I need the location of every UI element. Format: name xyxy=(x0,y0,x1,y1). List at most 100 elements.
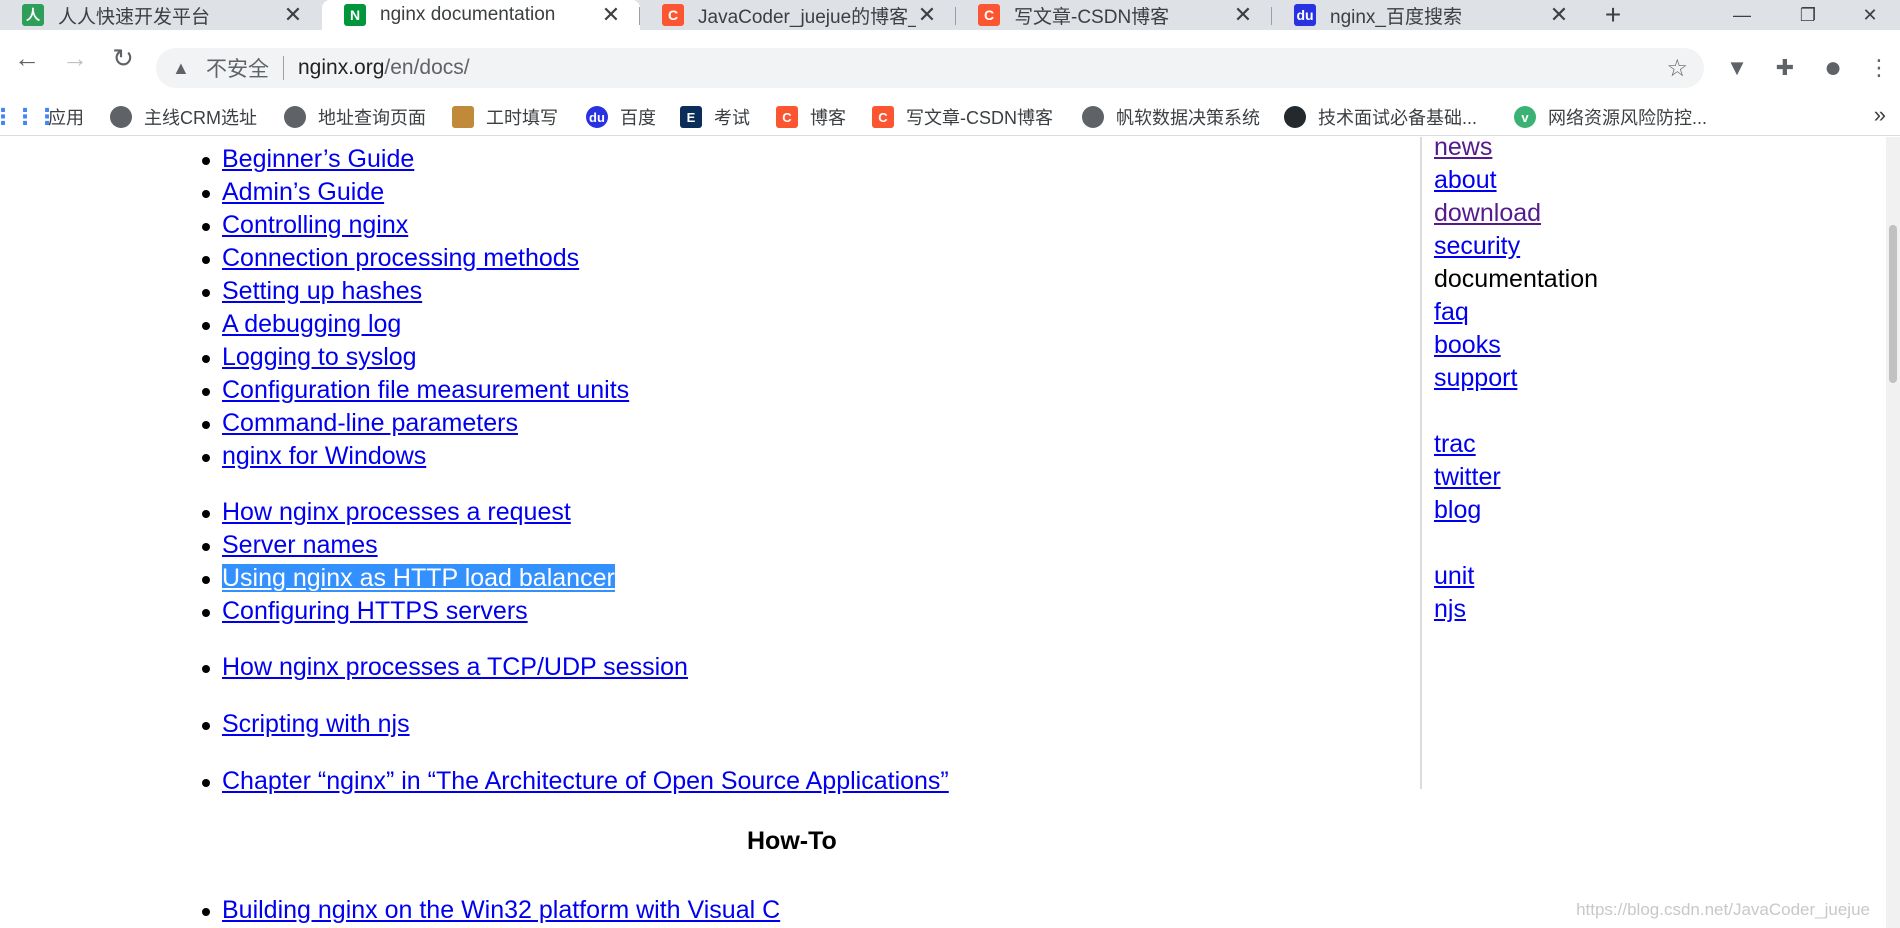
sidenav-link[interactable]: twitter xyxy=(1434,463,1501,491)
sidenav-item: documentation xyxy=(1434,263,1598,296)
omnibox-divider xyxy=(283,56,284,80)
bookmark-item[interactable]: 工时填写 xyxy=(452,103,558,131)
doc-link[interactable]: How nginx processes a TCP/UDP session xyxy=(222,653,688,681)
scrollbar-thumb[interactable] xyxy=(1889,225,1897,383)
sidenav-link[interactable]: download xyxy=(1434,199,1541,227)
forward-button[interactable]: → xyxy=(58,41,92,75)
address-bar[interactable]: ▲ 不安全 nginx.org/en/docs/ ☆ xyxy=(156,48,1704,88)
sidenav-item[interactable]: about xyxy=(1434,164,1497,197)
minimize-button[interactable]: — xyxy=(1712,0,1772,30)
browser-menu-icon[interactable]: ⋮ xyxy=(1862,51,1896,85)
browser-tab[interactable]: C 写文章-CSDN博客 ✕ xyxy=(956,0,1272,30)
bookmark-item[interactable]: E 考试 xyxy=(680,103,750,131)
profile-avatar-icon[interactable]: ● xyxy=(1816,51,1850,85)
doc-link[interactable]: Scripting with njs xyxy=(222,710,410,738)
sidenav-link[interactable]: books xyxy=(1434,331,1501,359)
sidenav-item[interactable]: trac xyxy=(1434,428,1476,461)
tab-separator xyxy=(955,7,956,25)
tab-title: nginx documentation xyxy=(380,4,556,25)
tab-close-icon[interactable]: ✕ xyxy=(282,2,304,28)
sidenav-link[interactable]: about xyxy=(1434,166,1497,194)
e-icon: E xyxy=(680,106,702,128)
sidenav-item[interactable]: njs xyxy=(1434,593,1466,626)
bookmark-item[interactable]: du 百度 xyxy=(586,103,656,131)
doc-link[interactable]: Configuring HTTPS servers xyxy=(222,597,528,625)
list-item: A debugging log xyxy=(201,308,401,341)
extensions-puzzle-icon[interactable]: ✚ xyxy=(1768,51,1802,85)
bookmark-item[interactable]: 地址查询页面 xyxy=(284,103,426,131)
tab-close-icon[interactable]: ✕ xyxy=(1232,2,1254,28)
security-label[interactable]: 不安全 xyxy=(206,53,269,83)
bookmarks-bar: » ⋮⋮⋮ 应用 主线CRM选址 地址查询页面 工时填写 du 百度 E 考试 C 博客 C 写文章-C… xyxy=(0,98,1900,136)
doc-link[interactable]: Logging to syslog xyxy=(222,343,417,371)
list-item: How nginx processes a TCP/UDP session xyxy=(202,651,688,684)
tab-title: JavaCoder_juejue的博客_掘… xyxy=(698,6,916,28)
extension-vivo-icon[interactable]: ▼ xyxy=(1720,51,1754,85)
sidenav-item[interactable]: books xyxy=(1434,329,1501,362)
bookmark-item[interactable]: 主线CRM选址 xyxy=(110,103,257,131)
doc-link[interactable]: A debugging log xyxy=(222,310,401,338)
list-item: Setting up hashes xyxy=(201,275,422,308)
sidenav-item[interactable]: support xyxy=(1434,362,1517,395)
csdn-icon: C xyxy=(776,106,798,128)
apps-icon: ⋮⋮⋮ xyxy=(0,104,58,129)
globe-icon xyxy=(1082,106,1104,128)
bookmarks-overflow-button[interactable]: » xyxy=(1874,102,1886,128)
reload-button[interactable]: ↻ xyxy=(106,41,140,75)
browser-tab[interactable]: du nginx_百度搜索 ✕ xyxy=(1272,0,1588,30)
bookmark-item[interactable]: 技术面试必备基础... xyxy=(1284,103,1477,131)
browser-tab[interactable]: 人人人快速开发平台 ✕ xyxy=(0,0,322,30)
bookmark-item[interactable]: v 网络资源风险防控... xyxy=(1514,103,1707,131)
sidenav-item[interactable]: security xyxy=(1434,230,1520,263)
sidenav-link[interactable]: faq xyxy=(1434,298,1469,326)
doc-link[interactable]: Using nginx as HTTP load balancer xyxy=(222,564,615,592)
tab-close-icon[interactable]: ✕ xyxy=(1548,2,1570,28)
bookmark-label: 地址查询页面 xyxy=(318,108,426,128)
sidenav-item[interactable]: faq xyxy=(1434,296,1469,329)
doc-link[interactable]: Admin’s Guide xyxy=(222,178,384,206)
close-window-button[interactable]: ✕ xyxy=(1840,0,1900,30)
bookmark-item[interactable]: C 写文章-CSDN博客 xyxy=(872,103,1053,131)
back-button[interactable]: ← xyxy=(10,41,44,75)
tab-close-icon[interactable]: ✕ xyxy=(600,2,622,28)
bookmark-star-icon[interactable]: ☆ xyxy=(1666,54,1688,83)
bookmark-item[interactable]: C 博客 xyxy=(776,103,846,131)
sidenav-link[interactable]: security xyxy=(1434,232,1520,260)
sidenav-item[interactable]: twitter xyxy=(1434,461,1501,494)
browser-tab[interactable]: C JavaCoder_juejue的博客_掘…✕ xyxy=(640,0,956,30)
doc-link[interactable]: Beginner’s Guide xyxy=(222,145,414,173)
doc-link[interactable]: Connection processing methods xyxy=(222,244,579,272)
sidenav-item[interactable]: blog xyxy=(1434,494,1481,527)
v-icon: v xyxy=(1514,106,1536,128)
sidenav-link[interactable]: news xyxy=(1434,137,1492,161)
warning-icon[interactable]: ▲ xyxy=(172,58,196,79)
doc-link[interactable]: Chapter “nginx” in “The Architecture of … xyxy=(222,767,949,795)
page-content: Beginner’s Guide Admin’s Guide Controlling… xyxy=(0,137,1900,928)
bookmark-item[interactable]: ⋮⋮⋮ 应用 xyxy=(0,103,84,131)
sidenav-link[interactable]: support xyxy=(1434,364,1517,392)
list-item: Controlling nginx xyxy=(201,209,408,242)
sidenav-item[interactable]: news xyxy=(1434,137,1492,164)
sidenav-link[interactable]: trac xyxy=(1434,430,1476,458)
restore-button[interactable]: ❐ xyxy=(1778,0,1838,30)
sidenav-link[interactable]: njs xyxy=(1434,595,1466,623)
doc-link[interactable]: Configuration file measurement units xyxy=(222,376,629,404)
list-item: Scripting with njs xyxy=(202,708,410,741)
doc-link[interactable]: Controlling nginx xyxy=(222,211,408,239)
doc-link[interactable]: How nginx processes a request xyxy=(222,498,571,526)
sidenav-link[interactable]: blog xyxy=(1434,496,1481,524)
doc-link[interactable]: nginx for Windows xyxy=(222,442,426,470)
bookmark-item[interactable]: 帆软数据决策系统 xyxy=(1082,103,1260,131)
sidenav-item[interactable]: unit xyxy=(1434,560,1474,593)
sidenav-item[interactable]: download xyxy=(1434,197,1541,230)
page-scrollbar[interactable] xyxy=(1886,137,1900,928)
doc-link[interactable]: Command-line parameters xyxy=(222,409,518,437)
new-tab-button[interactable]: + xyxy=(1598,0,1628,30)
doc-link[interactable]: Setting up hashes xyxy=(222,277,422,305)
bookmark-label: 应用 xyxy=(48,108,84,128)
doc-link[interactable]: Server names xyxy=(222,531,378,559)
doc-link[interactable]: Building nginx on the Win32 platform wit… xyxy=(222,896,780,924)
browser-tab[interactable]: Nnginx documentation ✕ xyxy=(322,0,640,30)
tab-close-icon[interactable]: ✕ xyxy=(916,2,938,28)
sidenav-link[interactable]: unit xyxy=(1434,562,1474,590)
